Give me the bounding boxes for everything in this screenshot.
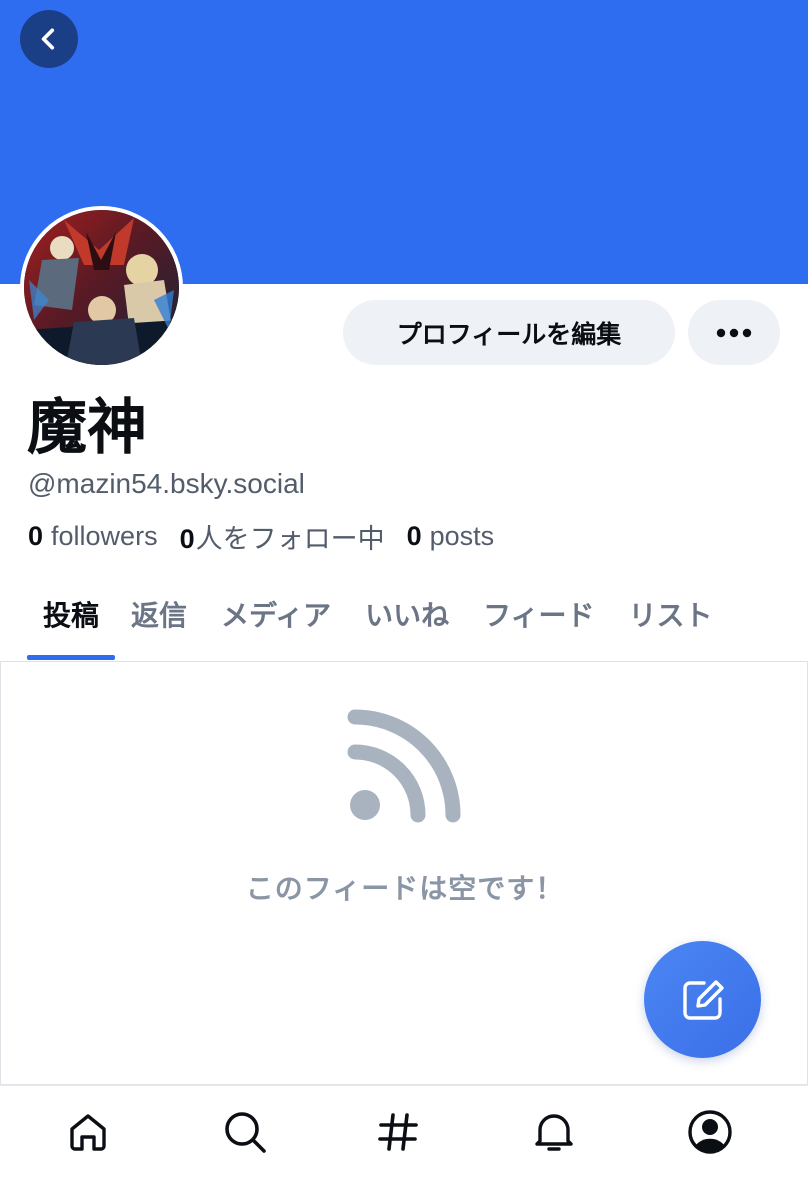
edit-profile-button[interactable]: プロフィールを編集: [343, 300, 675, 365]
bell-icon: [535, 1114, 573, 1151]
followers-label: followers: [51, 520, 158, 551]
followers-count: 0: [28, 520, 44, 551]
nav-search[interactable]: [219, 1106, 271, 1158]
nav-home[interactable]: [62, 1106, 114, 1158]
avatar[interactable]: [20, 206, 183, 369]
bottom-navigation: [0, 1085, 808, 1200]
tab-media[interactable]: メディア: [221, 590, 331, 660]
rss-icon: [347, 709, 461, 823]
nav-feeds[interactable]: [372, 1106, 424, 1158]
tab-likes[interactable]: いいね: [365, 590, 449, 660]
profile-tabs: 投稿 返信 メディア いいね フィード リスト: [27, 590, 747, 662]
posts-count: 0: [406, 520, 422, 551]
search-icon: [225, 1112, 266, 1153]
display-name: 魔神: [27, 393, 147, 463]
compose-post-button[interactable]: [644, 941, 761, 1058]
nav-notifications[interactable]: [528, 1106, 580, 1158]
posts-stat: 0 posts: [407, 521, 495, 552]
posts-label: posts: [429, 520, 495, 551]
following-label: 人をフォロー中: [195, 523, 385, 554]
edit-profile-label: プロフィールを編集: [396, 319, 622, 349]
compose-icon: [682, 979, 724, 1020]
avatar-image: [24, 210, 179, 365]
home-icon: [70, 1114, 106, 1151]
more-options-button[interactable]: [688, 300, 780, 365]
profile-handle: @mazin54.bsky.social: [28, 468, 305, 499]
empty-feed-message: このフィードは空です！: [245, 872, 565, 905]
profile-stats: 0 followers 0 人をフォロー中 0 posts: [28, 518, 516, 554]
tab-lists[interactable]: リスト: [629, 590, 713, 660]
profile-icon: [688, 1110, 732, 1154]
followers-stat[interactable]: 0 followers: [28, 521, 158, 552]
chevron-left-icon: [41, 28, 55, 50]
profile-screen: プロフィールを編集 魔神 @mazin54.bsky.social 0 foll…: [0, 0, 808, 1200]
tab-feeds[interactable]: フィード: [483, 590, 594, 660]
ellipsis-icon: [716, 328, 752, 337]
hashtag-icon: [378, 1113, 418, 1151]
tab-replies[interactable]: 返信: [131, 590, 187, 660]
tab-posts[interactable]: 投稿: [27, 590, 116, 660]
nav-profile[interactable]: [684, 1106, 736, 1158]
following-count: 0: [179, 523, 195, 554]
back-button[interactable]: [20, 10, 78, 68]
following-stat[interactable]: 0 人をフォロー中: [180, 517, 385, 556]
